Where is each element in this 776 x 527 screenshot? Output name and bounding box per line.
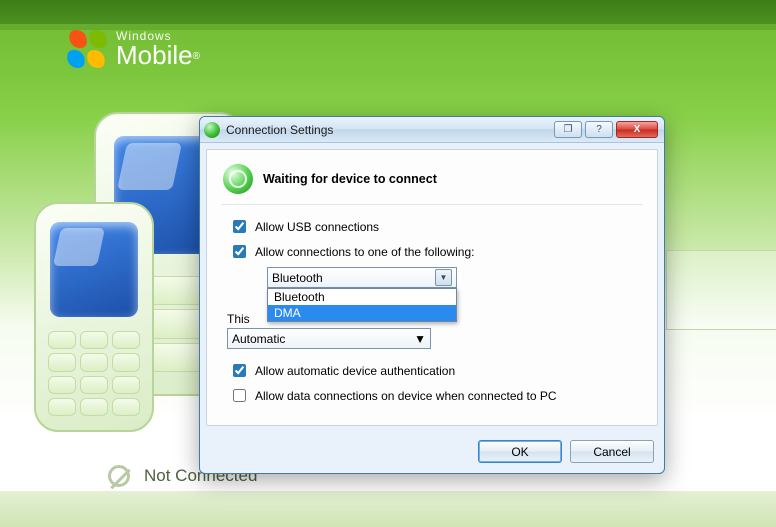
help-icon: ? — [596, 124, 602, 135]
data-conn-label[interactable]: Allow data connections on device when co… — [255, 389, 557, 403]
restore-button[interactable]: ❐ — [554, 121, 582, 138]
allow-one-checkbox[interactable] — [233, 245, 246, 258]
allow-one-label[interactable]: Allow connections to one of the followin… — [255, 245, 474, 259]
dialog-title: Connection Settings — [226, 123, 554, 137]
chevron-down-icon: ▼ — [414, 332, 426, 346]
side-panel — [666, 250, 776, 330]
connection-settings-dialog: Connection Settings ❐ ? X Waiting for de… — [199, 116, 665, 474]
this-computer-value: Automatic — [232, 332, 285, 346]
dialog-header-text: Waiting for device to connect — [263, 172, 437, 186]
ok-button[interactable]: OK — [478, 440, 562, 463]
brand-line1: Windows — [116, 30, 200, 42]
connection-type-value: Bluetooth — [272, 271, 323, 285]
auto-auth-row: Allow automatic device authentication — [229, 361, 643, 380]
connection-type-combo-wrap: Bluetooth ▼ Bluetooth DMA — [221, 267, 643, 288]
dropdown-option-bluetooth[interactable]: Bluetooth — [268, 289, 456, 305]
windows-flag-icon — [66, 30, 108, 68]
this-label: This — [227, 312, 250, 326]
phones-illustration — [34, 112, 224, 432]
this-computer-combo[interactable]: Automatic ▼ — [227, 328, 431, 349]
connection-type-combo[interactable]: Bluetooth ▼ — [267, 267, 457, 288]
dropdown-option-dma[interactable]: DMA — [268, 305, 456, 321]
dialog-footer: OK Cancel — [200, 432, 664, 473]
auto-auth-checkbox[interactable] — [233, 364, 246, 377]
allow-usb-row: Allow USB connections — [229, 217, 643, 236]
sync-status-icon — [223, 164, 253, 194]
data-conn-checkbox[interactable] — [233, 389, 246, 402]
close-button[interactable]: X — [616, 121, 658, 138]
dialog-body: Waiting for device to connect Allow USB … — [206, 149, 658, 426]
chevron-down-icon: ▼ — [435, 269, 452, 286]
connection-type-dropdown: Bluetooth DMA — [267, 288, 457, 322]
dialog-app-icon — [204, 122, 220, 138]
help-button[interactable]: ? — [585, 121, 613, 138]
restore-icon: ❐ — [564, 124, 573, 135]
top-stripe — [0, 0, 776, 24]
allow-one-row: Allow connections to one of the followin… — [229, 242, 643, 261]
brand-text: Windows Mobile® — [116, 30, 200, 68]
data-conn-row: Allow data connections on device when co… — [229, 386, 643, 405]
brand-line2: Mobile — [116, 40, 193, 70]
allow-usb-label[interactable]: Allow USB connections — [255, 220, 379, 234]
dialog-titlebar[interactable]: Connection Settings ❐ ? X — [200, 117, 664, 143]
brand-reg: ® — [193, 51, 200, 62]
allow-usb-checkbox[interactable] — [233, 220, 246, 233]
brand-logo: Windows Mobile® — [68, 30, 200, 68]
phone-device-icon — [34, 202, 154, 432]
cancel-button[interactable]: Cancel — [570, 440, 654, 463]
cancel-button-label: Cancel — [593, 445, 630, 459]
ok-button-label: OK — [511, 445, 528, 459]
auto-auth-label[interactable]: Allow automatic device authentication — [255, 364, 455, 378]
dialog-header: Waiting for device to connect — [221, 162, 643, 205]
bottom-stripe — [0, 491, 776, 527]
close-icon: X — [634, 124, 641, 135]
not-connected-icon — [108, 465, 130, 487]
